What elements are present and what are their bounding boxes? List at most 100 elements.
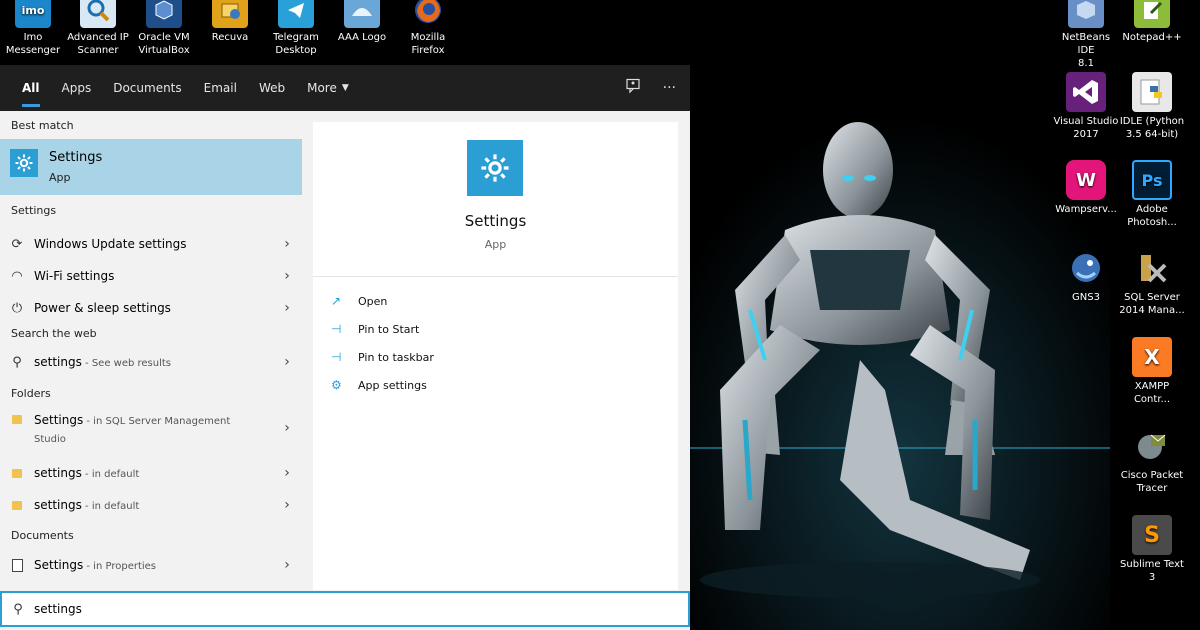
desktop-icon-sublime-text[interactable]: S Sublime Text 3 <box>1119 515 1185 584</box>
tab-email[interactable]: Email <box>193 65 248 111</box>
desktop-icon-label: Tracer <box>1136 483 1168 494</box>
power-icon: ⏻ <box>11 300 23 316</box>
desktop-icon-aaa-logo[interactable]: AAA Logo <box>329 0 395 44</box>
search-scope-bar: All Apps Documents Email Web More ▼ ··· <box>0 65 690 111</box>
desktop-icon-label: AAA Logo <box>337 32 387 43</box>
sql-server-icon <box>1132 248 1172 288</box>
result-wifi-settings[interactable]: ◠ Wi-Fi settings › <box>0 261 302 291</box>
settings-gear-icon <box>467 140 523 196</box>
desktop-icon-wampserver[interactable]: W Wampserv... <box>1053 160 1119 216</box>
tab-label: Email <box>203 81 237 95</box>
action-open[interactable]: ↗ Open <box>331 294 387 308</box>
desktop-icon-firefox[interactable]: Mozilla Firefox <box>395 0 461 57</box>
more-options-icon[interactable]: ··· <box>663 80 676 96</box>
windows-update-icon: ⟳ <box>11 236 23 252</box>
search-icon: ⚲ <box>12 354 22 370</box>
tab-all[interactable]: All <box>11 65 51 111</box>
tab-documents[interactable]: Documents <box>102 65 192 111</box>
result-subtext: - in default <box>81 469 140 480</box>
desktop-icon-label: 2017 <box>1073 129 1099 140</box>
chevron-right-icon[interactable]: › <box>272 408 302 436</box>
tab-apps[interactable]: Apps <box>51 65 103 111</box>
preview-title: Settings <box>464 212 527 230</box>
desktop-icon-label: 8.1 <box>1078 58 1094 69</box>
desktop-icon-label: IDLE (Python <box>1119 116 1185 127</box>
desktop-icon-label: Oracle VM <box>138 32 190 43</box>
result-folder-default-2[interactable]: settings - in default › <box>0 490 302 520</box>
desktop-icon-label: VirtualBox <box>138 45 190 56</box>
result-windows-update-settings[interactable]: ⟳ Windows Update settings › <box>0 229 302 259</box>
gns3-icon <box>1066 248 1106 288</box>
action-label: Open <box>358 294 388 308</box>
action-app-settings[interactable]: ⚙ App settings <box>331 378 427 392</box>
preview-subtitle: App <box>484 238 507 251</box>
desktop-icon-netbeans[interactable]: NetBeans IDE 8.1 <box>1053 0 1119 70</box>
tab-label: Web <box>258 81 286 95</box>
settings-gear-icon <box>10 149 38 177</box>
action-pin-to-taskbar[interactable]: ⊣ Pin to taskbar <box>331 350 434 364</box>
tab-label: Apps <box>61 81 92 95</box>
desktop-icon-virtualbox[interactable]: Oracle VM VirtualBox <box>131 0 197 57</box>
section-header-documents: Documents <box>11 529 74 542</box>
desktop-icon-visual-studio[interactable]: Visual Studio 2017 <box>1053 72 1119 141</box>
desktop-icon-sql-server[interactable]: SQL Server 2014 Mana... <box>1119 248 1185 317</box>
desktop-icon-label: 2014 Mana... <box>1119 305 1185 316</box>
desktop-icon-label: Telegram <box>273 32 319 43</box>
result-match-text: settings <box>34 466 82 480</box>
desktop-icon-label: Scanner <box>77 45 119 56</box>
desktop-icon-cisco-packet-tracer[interactable]: Cisco Packet Tracer <box>1119 426 1185 495</box>
virtualbox-icon <box>146 0 182 28</box>
chevron-right-icon[interactable]: › <box>272 354 302 370</box>
tab-more[interactable]: More ▼ <box>296 65 360 111</box>
open-icon: ↗ <box>331 294 342 308</box>
imo-icon: imo <box>15 0 51 28</box>
chevron-right-icon[interactable]: › <box>272 300 302 316</box>
desktop-icon-xampp[interactable]: X XAMPP Contr... <box>1119 337 1185 406</box>
action-pin-to-start[interactable]: ⊣ Pin to Start <box>331 322 419 336</box>
recuva-icon <box>212 0 248 28</box>
desktop-icon-label: Photosh... <box>1127 217 1177 228</box>
result-text: Windows Update <box>34 237 135 251</box>
desktop-icon-recuva[interactable]: Recuva <box>197 0 263 44</box>
tab-label: More <box>307 81 337 95</box>
best-match-settings[interactable]: Settings App <box>0 139 302 195</box>
chevron-right-icon[interactable]: › <box>272 557 302 573</box>
desktop-icon-advanced-ip-scanner[interactable]: Advanced IP Scanner <box>65 0 131 57</box>
chevron-right-icon[interactable]: › <box>272 465 302 481</box>
desktop-icon-gns3[interactable]: GNS3 <box>1053 248 1119 304</box>
desktop-icon-label: NetBeans IDE <box>1061 32 1111 56</box>
advanced-ip-scanner-icon <box>80 0 116 28</box>
desktop-icon-telegram[interactable]: Telegram Desktop <box>263 0 329 57</box>
desktop-icon-photoshop[interactable]: Ps Adobe Photosh... <box>1119 160 1185 229</box>
result-document-properties[interactable]: Settings - in Properties › <box>0 550 302 580</box>
result-folder-default-1[interactable]: settings - in default › <box>0 458 302 488</box>
desktop-icon-imo-messenger[interactable]: imo Imo Messenger <box>0 0 66 57</box>
result-match-text: settings <box>66 269 115 283</box>
feedback-icon[interactable] <box>625 78 641 98</box>
search-input[interactable] <box>34 597 654 621</box>
desktop-icon-label: SQL Server <box>1124 292 1180 303</box>
tab-label: Documents <box>113 81 182 95</box>
action-label: Pin to taskbar <box>358 350 434 364</box>
chevron-right-icon[interactable]: › <box>272 268 302 284</box>
result-folder-sql-server[interactable]: Settings - in SQL Server Management Studi… <box>0 408 302 450</box>
chevron-down-icon: ▼ <box>341 83 349 93</box>
desktop-icon-python-idle[interactable]: IDLE (Python 3.5 64-bit) <box>1119 72 1185 141</box>
result-web-search[interactable]: ⚲ settings - See web results › <box>0 347 302 377</box>
start-search-panel: All Apps Documents Email Web More ▼ ··· B… <box>0 65 690 630</box>
desktop-icon-label: Notepad++ <box>1122 32 1182 43</box>
search-box[interactable]: ⚲ <box>0 591 690 627</box>
result-match-text: Settings <box>34 558 84 572</box>
action-label: App settings <box>358 378 427 392</box>
result-power-sleep-settings[interactable]: ⏻ Power & sleep settings › <box>0 293 302 323</box>
result-preview-pane: Settings App ↗ Open ⊣ Pin to Start ⊣ Pin… <box>313 122 678 590</box>
desktop-icon-label: Messenger <box>5 45 61 56</box>
result-text: Power & sleep <box>34 301 120 315</box>
cisco-packet-tracer-icon <box>1132 426 1172 466</box>
chevron-right-icon[interactable]: › <box>272 497 302 513</box>
chevron-right-icon[interactable]: › <box>272 236 302 252</box>
tab-web[interactable]: Web <box>248 65 296 111</box>
results-list: Best match Settings App Settings ⟳ Windo… <box>0 111 302 591</box>
desktop-icon-notepad-plus-plus[interactable]: Notepad++ <box>1119 0 1185 44</box>
section-header-settings: Settings <box>11 204 57 217</box>
